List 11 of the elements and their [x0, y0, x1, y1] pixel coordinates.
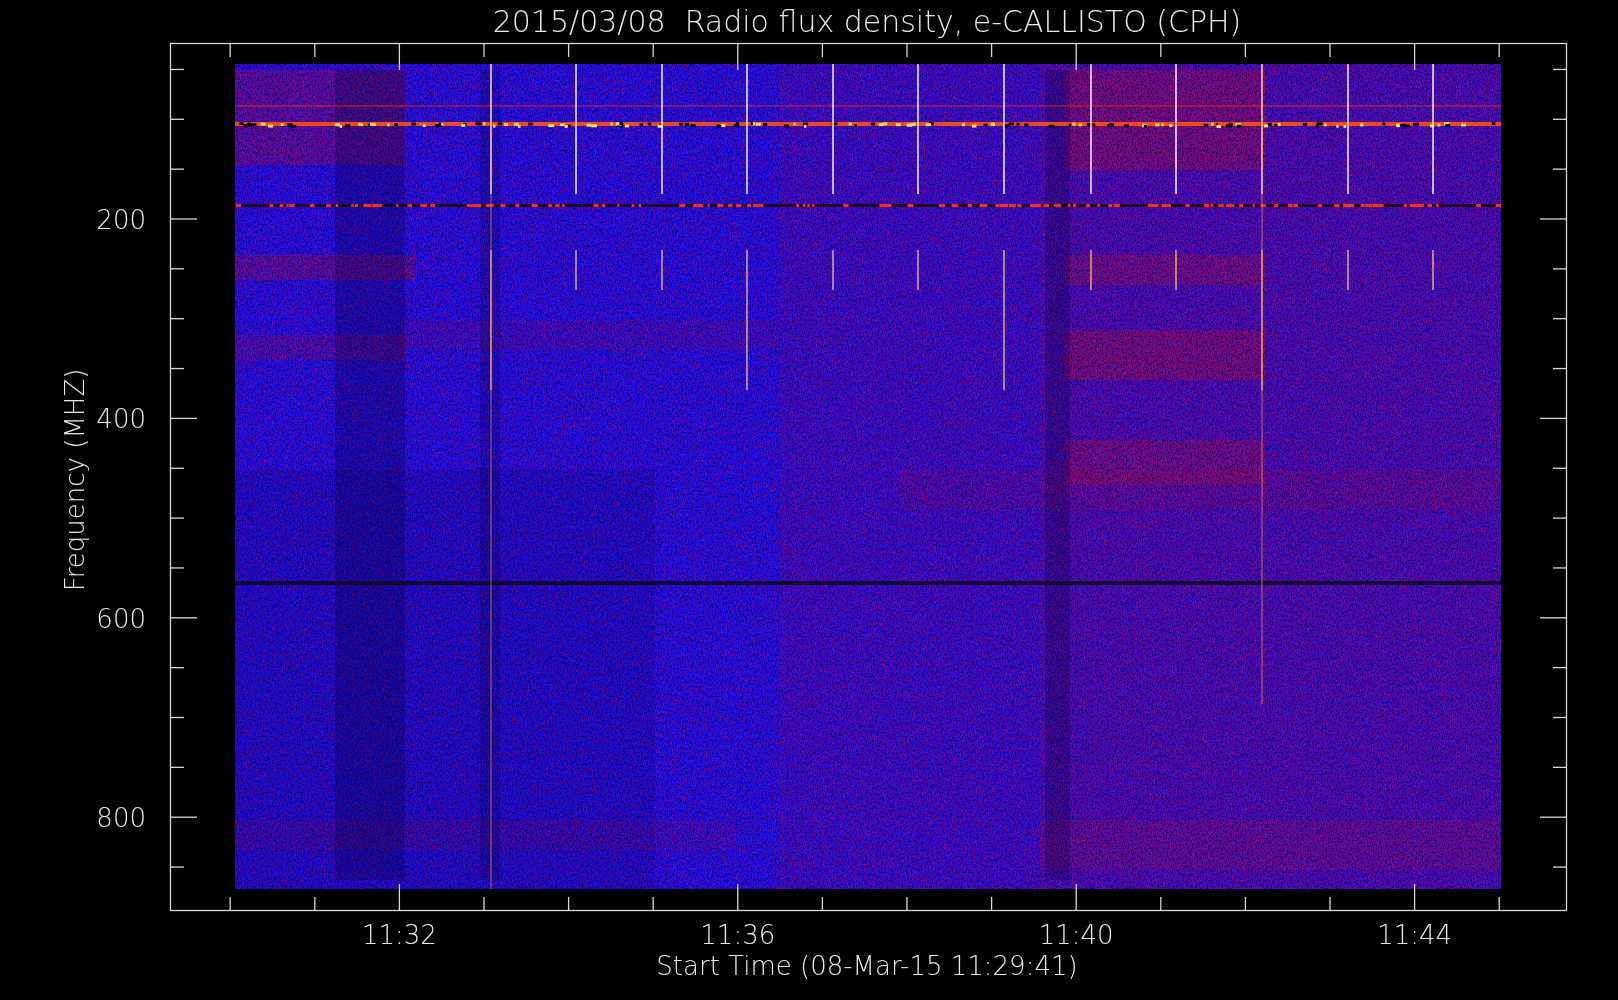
- tick-label: 200: [96, 205, 146, 235]
- tick-label: 600: [96, 603, 146, 634]
- tick-label: 11:44: [1377, 920, 1453, 950]
- axis-title: Start Time (08-Mar-15 11:29:41): [656, 951, 1078, 981]
- axis-title: Frequency (MHZ): [60, 368, 90, 592]
- tick-label: 11:32: [361, 920, 437, 950]
- tick-label: 11:36: [700, 920, 776, 950]
- tick-label: 11:40: [1038, 920, 1114, 950]
- tick-label: 400: [96, 404, 146, 435]
- tick-label: 800: [96, 803, 146, 834]
- chart-title: 2015/03/08 Radio flux density, e-CALLISTO (CPH): [492, 4, 1242, 39]
